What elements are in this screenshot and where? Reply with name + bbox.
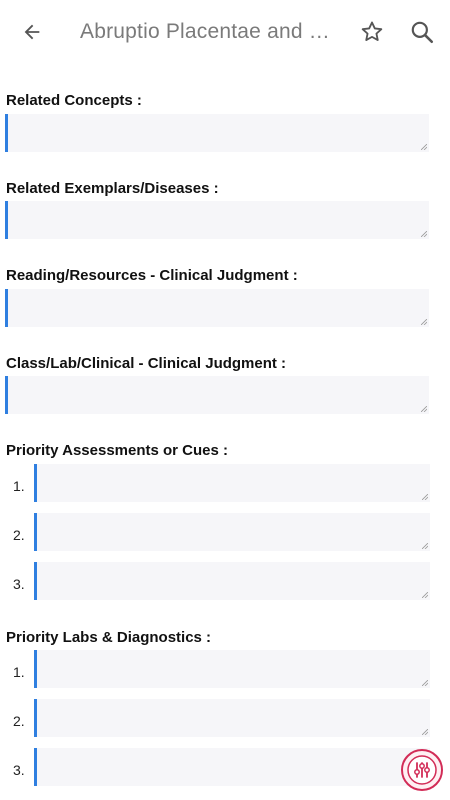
class-lab-clinical-label: Class/Lab/Clinical - Clinical Judgment : [6, 355, 287, 372]
related-concepts-label: Related Concepts : [6, 92, 142, 109]
list-number: 1. [13, 664, 25, 680]
resize-grip-icon [422, 680, 428, 686]
search-button[interactable] [404, 14, 440, 50]
list-number: 3. [13, 576, 25, 592]
priority-assessments-label: Priority Assessments or Cues : [6, 442, 229, 459]
resize-grip-icon [421, 144, 427, 150]
page-title: Abruptio Placentae and Placenta Previa [80, 20, 330, 43]
sliders-icon [407, 755, 437, 785]
filter-settings-fab[interactable] [401, 749, 443, 791]
arrow-left-icon [24, 24, 40, 40]
related-exemplars-label: Related Exemplars/Diseases : [6, 180, 219, 197]
top-app-bar: Abruptio Placentae and Placenta Previa [0, 0, 450, 64]
back-button[interactable] [14, 14, 50, 50]
related-exemplars-field[interactable] [5, 201, 429, 239]
resize-grip-icon [421, 406, 427, 412]
priority-assessment-field-1[interactable] [34, 464, 430, 502]
list-number: 2. [13, 527, 25, 543]
resize-grip-icon [422, 494, 428, 500]
star-outline-icon [361, 21, 383, 41]
related-concepts-field[interactable] [5, 114, 429, 152]
priority-lab-field-1[interactable] [34, 650, 430, 688]
resize-grip-icon [421, 231, 427, 237]
resize-grip-icon [422, 543, 428, 549]
priority-lab-field-2[interactable] [34, 699, 430, 737]
priority-assessment-field-3[interactable] [34, 562, 430, 600]
class-lab-clinical-field[interactable] [5, 376, 429, 414]
reading-resources-label: Reading/Resources - Clinical Judgment : [6, 267, 298, 284]
favorite-button[interactable] [354, 14, 390, 50]
list-number: 1. [13, 478, 25, 494]
resize-grip-icon [421, 319, 427, 325]
search-icon [411, 21, 434, 44]
app-screen: Abruptio Placentae and Placenta Previa R… [0, 0, 450, 800]
priority-labs-label: Priority Labs & Diagnostics : [6, 629, 212, 646]
priority-lab-field-3[interactable] [34, 748, 430, 786]
reading-resources-field[interactable] [5, 289, 429, 327]
resize-grip-icon [422, 729, 428, 735]
priority-assessment-field-2[interactable] [34, 513, 430, 551]
list-number: 2. [13, 713, 25, 729]
resize-grip-icon [422, 592, 428, 598]
list-number: 3. [13, 762, 25, 778]
